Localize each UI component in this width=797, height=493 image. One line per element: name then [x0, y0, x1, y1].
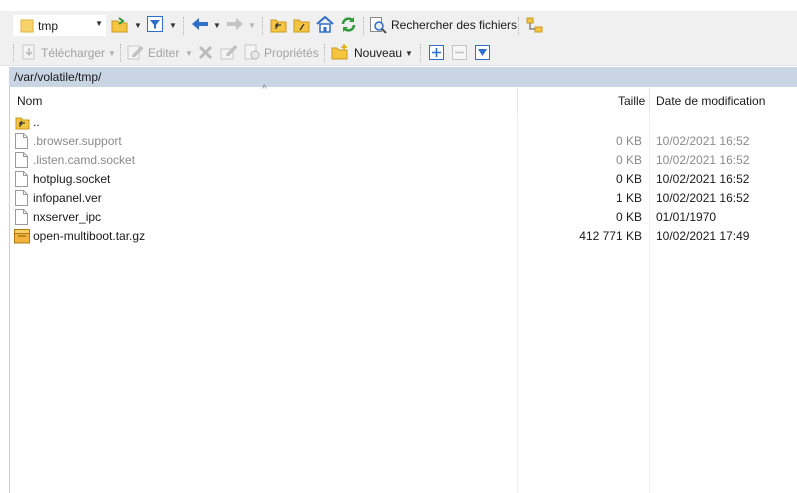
parent-folder-icon: [15, 115, 30, 133]
file-modified: 10/02/2021 16:52: [656, 191, 750, 205]
sort-ascending-icon: ^: [262, 84, 267, 95]
collapse-icon: [452, 45, 467, 63]
file-modified: 10/02/2021 16:52: [656, 153, 750, 167]
file-row[interactable]: ..: [10, 113, 797, 132]
new-dropdown-icon[interactable]: ▼: [405, 49, 413, 58]
download-dropdown-icon: ▼: [108, 49, 116, 58]
new-folder-icon[interactable]: [331, 44, 349, 63]
search-files-button[interactable]: Rechercher des fichiers: [391, 18, 517, 32]
back-dropdown-icon[interactable]: ▼: [213, 21, 221, 30]
archive-icon: [14, 229, 30, 247]
current-path-bar[interactable]: /var/volatile/tmp/: [9, 67, 797, 87]
toolbar-separator: [13, 44, 14, 62]
tree-view-icon[interactable]: [526, 17, 543, 37]
file-size: 0 KB: [615, 134, 642, 148]
location-combo[interactable]: tmp ▼: [13, 15, 106, 36]
toolbar-separator: [518, 17, 519, 35]
delete-icon: [198, 45, 213, 63]
file-name: open-multiboot.tar.gz: [33, 229, 146, 243]
download-button: Télécharger: [41, 46, 106, 60]
file-name: hotplug.socket: [33, 172, 111, 186]
folder-icon: [20, 19, 34, 36]
open-folder-icon[interactable]: [111, 16, 129, 37]
file-row[interactable]: .listen.camd.socket 0 KB 10/02/2021 16:52: [10, 151, 797, 170]
forward-arrow-icon: [226, 17, 244, 34]
expand-icon[interactable]: [429, 45, 444, 63]
toolbar-separator: [363, 17, 364, 35]
edit-icon: [127, 44, 144, 63]
file-icon: [15, 152, 28, 171]
file-name: .browser.support: [33, 134, 122, 148]
file-size: 0 KB: [615, 172, 642, 186]
parent-folder-icon[interactable]: [270, 17, 287, 36]
toolbar-separator: [420, 44, 421, 62]
new-button[interactable]: Nouveau: [354, 46, 402, 60]
chevron-down-icon[interactable]: ▼: [95, 19, 103, 28]
file-row[interactable]: open-multiboot.tar.gz 412 771 KB 10/02/202…: [10, 227, 797, 246]
home-icon[interactable]: [316, 15, 334, 36]
select-filter-icon[interactable]: [475, 45, 490, 63]
file-size: 412 771 KB: [579, 229, 642, 243]
properties-button: Propriétés: [264, 46, 319, 60]
file-icon: [15, 133, 28, 152]
toolbar-top: tmp ▼ ▼ ▼ ▼ ▼ Rechercher des fichiers: [0, 11, 797, 40]
edit-button: Editer: [148, 46, 180, 60]
file-name: nxserver_ipc: [33, 210, 102, 224]
column-name[interactable]: Nom: [17, 94, 42, 108]
forward-dropdown-icon: ▼: [248, 21, 256, 30]
file-name: .listen.camd.socket: [33, 153, 136, 167]
file-row[interactable]: nxserver_ipc 0 KB 01/01/1970: [10, 208, 797, 227]
file-size: 0 KB: [615, 153, 642, 167]
back-arrow-icon[interactable]: [191, 17, 209, 34]
search-files-icon[interactable]: [370, 17, 387, 37]
file-icon: [15, 209, 28, 228]
column-divider[interactable]: [649, 88, 650, 113]
edit-dropdown-icon: ▼: [185, 49, 193, 58]
file-modified: 10/02/2021 16:52: [656, 134, 750, 148]
properties-icon: [244, 44, 260, 63]
column-size[interactable]: Taille: [618, 94, 645, 108]
file-name: infopanel.ver: [33, 191, 102, 205]
file-icon: [15, 190, 28, 209]
file-row[interactable]: infopanel.ver 1 KB 10/02/2021 16:52: [10, 189, 797, 208]
column-divider[interactable]: [517, 88, 518, 113]
file-modified: 10/02/2021 16:52: [656, 172, 750, 186]
file-list-header: ^ Nom Taille Date de modification: [10, 84, 797, 113]
file-size: 0 KB: [615, 210, 642, 224]
filter-icon[interactable]: [147, 16, 163, 35]
current-path: /var/volatile/tmp/: [14, 70, 102, 84]
refresh-icon[interactable]: [340, 16, 357, 36]
filter-dropdown-icon[interactable]: ▼: [169, 21, 177, 30]
toolbar-separator: [120, 44, 121, 62]
column-modified[interactable]: Date de modification: [656, 94, 765, 108]
file-row[interactable]: hotplug.socket 0 KB 10/02/2021 16:52: [10, 170, 797, 189]
toolbar-separator: [183, 17, 184, 35]
rename-icon: [220, 44, 238, 63]
file-icon: [15, 171, 28, 190]
file-name: ..: [33, 115, 40, 129]
file-row[interactable]: .browser.support 0 KB 10/02/2021 16:52: [10, 132, 797, 151]
toolbar-separator: [262, 17, 263, 35]
file-size: 1 KB: [615, 191, 642, 205]
open-dropdown-icon[interactable]: ▼: [134, 21, 142, 30]
toolbar-actions: Télécharger ▼ Editer ▼ Propriétés Nouvea…: [0, 40, 797, 66]
download-icon: [21, 44, 37, 63]
file-modified: 10/02/2021 17:49: [656, 229, 750, 243]
toolbar-separator: [324, 44, 325, 62]
location-value: tmp: [38, 19, 59, 33]
root-folder-icon[interactable]: [293, 17, 310, 36]
file-modified: 01/01/1970: [656, 210, 717, 224]
